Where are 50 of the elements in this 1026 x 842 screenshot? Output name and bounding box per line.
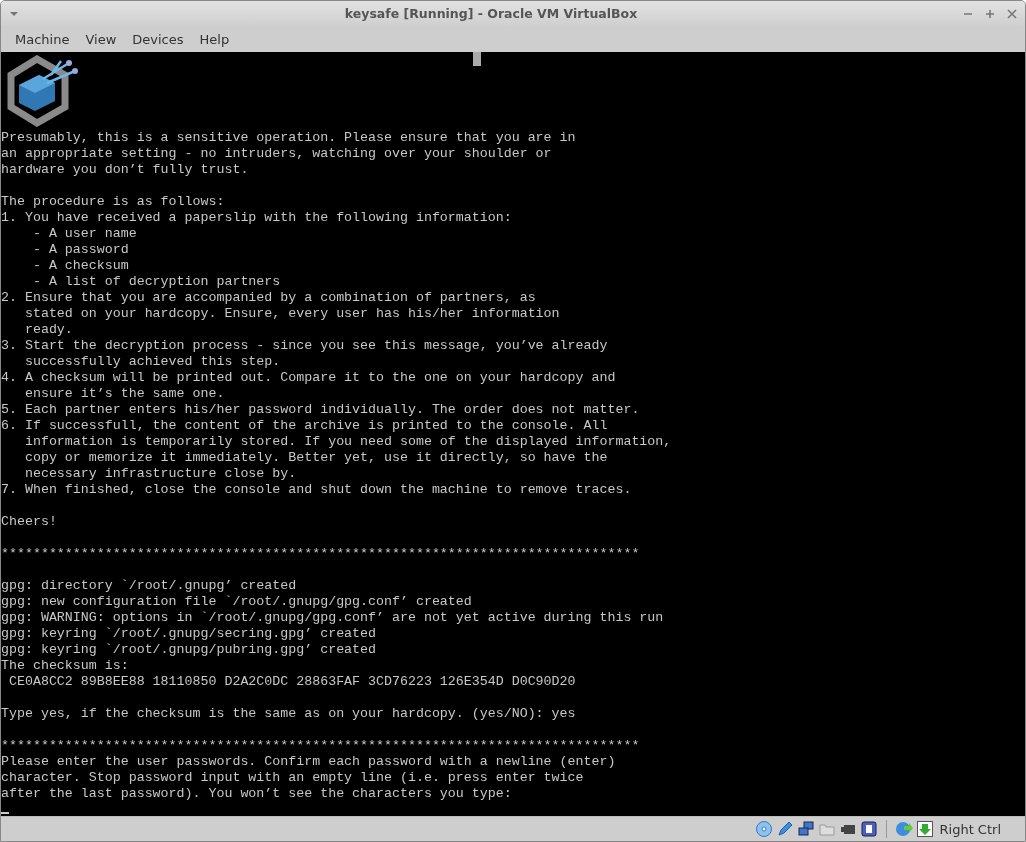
console-line: after the last password). You won’t see the characters you type:: [1, 786, 513, 802]
console-line: hardware you don’t fully trust.: [1, 162, 250, 178]
cube-logo-icon: [7, 55, 79, 127]
menu-item[interactable]: Machine: [7, 28, 78, 50]
network-screens-icon[interactable]: [796, 820, 815, 838]
console-line: gpg: directory `/root/.gnupg’ created: [1, 578, 298, 594]
console-line: successfully achieved this step.: [23, 354, 282, 370]
console-line: ********************************************************************************: [1, 738, 641, 754]
menu-item[interactable]: Help: [191, 28, 238, 50]
window-menu-icon[interactable]: [9, 10, 19, 17]
console-line: - A checksum: [31, 258, 130, 274]
console-line: 4. A checksum will be printed out. Compare it to the one on your hardcopy and: [1, 370, 617, 386]
console-line: - A password: [31, 242, 130, 258]
console-line: an appropriate setting - no intruders, watching over your shoulder or: [1, 146, 553, 162]
console-line: Presumably, this is a sensitive operation. Please ensure that you are in: [1, 130, 577, 146]
console-line: 1. You have received a paperslip with the following information:: [1, 210, 513, 226]
console-line: ready.: [23, 322, 74, 338]
menu-item[interactable]: Devices: [124, 28, 192, 50]
pen-icon[interactable]: [775, 820, 794, 838]
console-line: - A list of decryption partners: [31, 274, 282, 290]
console-line: ********************************************************************************: [1, 546, 641, 562]
host-key-label: Right Ctrl: [939, 821, 1001, 837]
console-line: CE0A8CC2 89B8EE88 18110850 D2A2C0DC 28863FAF 3CD76223 126E354D D0C90D20: [7, 674, 577, 690]
close-icon[interactable]: [1007, 8, 1017, 19]
console-line: 3. Start the decryption process - since you see this message, you’ve already: [1, 338, 609, 354]
console-line: gpg: keyring `/root/.gnupg/secring.gpg’ created: [1, 626, 378, 642]
console-line: 5. Each partner enters his/her password individually. The order does not matter.: [1, 402, 641, 418]
console-line: gpg: keyring `/root/.gnupg/pubring.gpg’ created: [1, 642, 378, 658]
console-line: The checksum is:: [1, 658, 130, 674]
console-line: 6. If successfull, the content of the archive is printed to the console. All: [1, 418, 609, 434]
maximize-icon[interactable]: [985, 8, 995, 19]
console-line: 2. Ensure that you are accompanied by a combination of partners, as: [1, 290, 537, 306]
console-line: necessary infrastructure close by.: [23, 466, 298, 482]
window-title: keysafe [Running] - Oracle VM VirtualBox: [343, 6, 639, 21]
console-line: 7. When finished, close the console and shut down the machine to remove traces.: [1, 482, 633, 498]
console-line: character. Stop password input with an empty line (i.e. press enter twice: [1, 770, 585, 786]
disc-icon[interactable]: [754, 820, 773, 838]
console-line: ensure it’s the same one.: [23, 386, 226, 402]
console-line: The procedure is as follows:: [1, 194, 226, 210]
console-line: - A user name: [31, 226, 138, 242]
console-line: gpg: WARNING: options in `/root/.gnupg/gpg.conf’ are not yet active during this run: [1, 610, 665, 626]
console-line: Cheers!: [1, 514, 58, 530]
cursor-block: [473, 52, 481, 66]
console-line: gpg: new configuration file `/root/.gnupg/gpg.conf’ created: [1, 594, 473, 610]
console-line: stated on your hardcopy. Ensure, every user has his/her information: [23, 306, 561, 322]
console-line: information is temporarily stored. If you need some of the displayed information,: [23, 434, 673, 450]
console-line: Type yes, if the checksum is the same as on your hardcopy. (yes/NO): yes: [1, 706, 577, 722]
menu-item[interactable]: View: [77, 28, 125, 50]
console-line: Please enter the user passwords. Confirm each password with a newline (enter): [1, 754, 617, 770]
console-line: copy or memorize it immediately. Better yet, use it directly, so have the: [23, 450, 609, 466]
